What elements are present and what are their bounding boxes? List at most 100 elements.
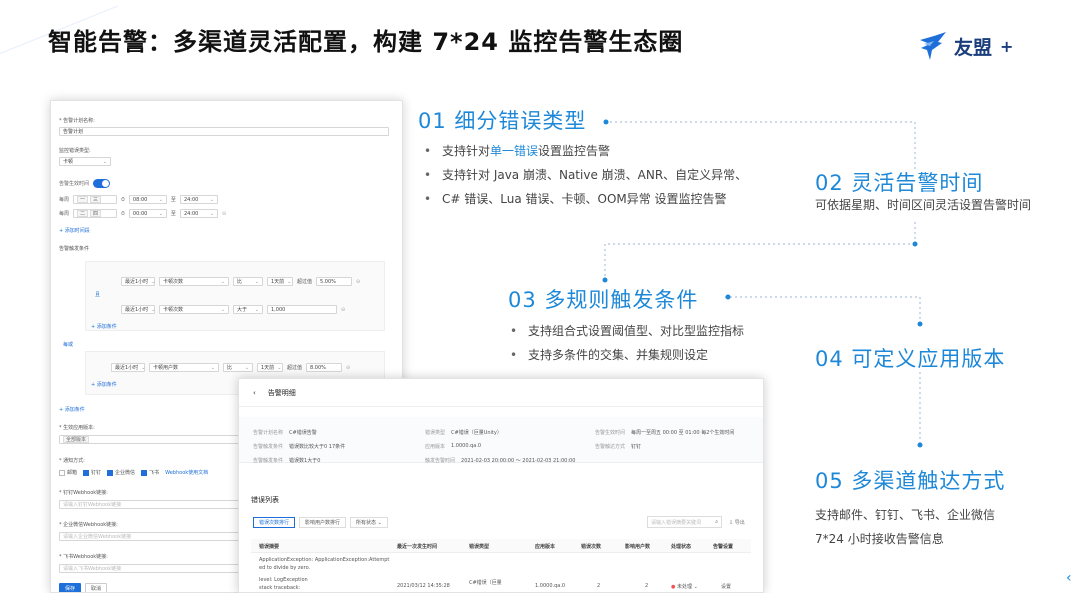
week-label: 每周 [59,197,70,203]
col-status: 处理状态 [671,544,692,550]
to-label-2: 至 [170,211,176,217]
rule1-remove-icon[interactable]: ⊖ [356,279,360,285]
section-3-heading: 03 多规则触发条件 [508,288,699,312]
rule1-metric[interactable]: 卡顿次数 [159,277,229,286]
end-time-1[interactable]: 24:00 [179,195,218,204]
export-icon: ⇩ [729,520,734,526]
add-condition-link-1[interactable]: + 添加条件 [91,323,117,330]
rule3-compare[interactable]: 1天前 [257,363,283,372]
rule1-op[interactable]: 比 [233,277,263,286]
channel-wecom[interactable]: 企业微信 [107,469,135,476]
rule1-threshold[interactable]: 5.00% [316,277,353,286]
rule2-remove-icon[interactable]: ⊖ [341,307,345,313]
add-condition-link-2[interactable]: + 添加条件 [91,381,117,388]
row-setting-link[interactable]: 设置 [721,583,731,590]
back-icon[interactable]: ‹ [253,389,256,397]
section-5-heading: 05 多渠道触达方式 [815,469,1006,493]
status-filter[interactable]: 所有状态 ⌄ [350,517,388,528]
detail-info-panel: 告警计划名称 C#错误告警 告警触发条件 错误数比较大于0 17条件 告警触发条件错… [239,417,763,464]
umeng-bird-icon [920,32,946,60]
condition-label: 告警触发条件 [59,246,90,252]
to-label: 至 [170,197,176,203]
wecom-label: * 企业微信Webhook链接: [59,522,118,528]
webhook-doc-link[interactable]: Webhook使用文档 [165,469,208,476]
slide: 智能告警：多渠道灵活配置，构建 7*24 监控告警生态圈 友盟 + 01 细分错… [0,0,1080,593]
logo-plus: + [1000,36,1014,56]
export-button[interactable]: ⇩ 导出 [729,519,745,526]
rule1-threshold-label: 超过值 [297,279,313,285]
col-version: 应用版本 [535,544,556,550]
save-button[interactable]: 保存 [59,583,82,592]
rule2-period[interactable]: 最近1小时 [121,305,155,314]
dingtalk-label: * 钉钉Webhook链接: [59,490,108,496]
section-3-bullet-1: 支持组合式设置阈值型、对比型监控指标 [508,319,744,343]
error-type-select[interactable]: 卡顿 [59,157,111,166]
version-label: * 生效应用版本: [59,425,95,431]
section-1-bullets: 支持针对单一错误设置监控告警 支持针对 Java 崩溃、Native 崩溃、AN… [422,139,747,211]
start-time-1[interactable]: 08:00 [128,195,167,204]
tab-user-count[interactable]: 影响用户数排行 [299,517,347,528]
col-count: 错误次数 [581,544,602,550]
feishu-label: * 飞书Webhook链接: [59,554,108,560]
time-label: 告警生效时间 [59,181,90,187]
type-label: 监控错误类型: [59,148,91,154]
section-5-desc-1: 支持邮件、钉钉、飞书、企业微信 [815,508,996,522]
section-5-desc-2: 7*24 小时接收告警信息 [815,532,944,546]
col-time: 最近一次发生时间 [397,544,438,550]
error-search-input[interactable]: 请输入错误摘要关键词 ⌕ [647,516,722,528]
start-time-2[interactable]: 00:00 [128,209,167,218]
tab-error-count[interactable]: 错误次数排行 [253,517,296,528]
chevron-left-icon: ‹ [1066,570,1072,586]
plan-name-input[interactable]: 告警计划 [59,127,389,136]
rule1-compare[interactable]: 1天前 [267,277,293,286]
rule3-threshold-label: 超过值 [287,365,303,371]
condition-group-1 [85,261,385,331]
rule3-metric[interactable]: 卡顿用户数 [149,363,219,372]
section-4-heading: 04 可定义应用版本 [815,347,1006,371]
rule2-value[interactable]: 1,000 [267,305,337,314]
rule3-threshold[interactable]: 8.00% [306,363,343,372]
cancel-button[interactable]: 取消 [85,583,108,592]
single-error-link: 单一错误 [490,144,539,158]
section-2-desc: 可依据星期、时间区间灵活设置告警时间 [815,198,1032,212]
search-icon: ⌕ [715,519,718,525]
rule2-metric[interactable]: 卡顿次数 [159,305,229,314]
end-time-2[interactable]: 24:00 [179,209,218,218]
add-time-link[interactable]: + 添加时间段 [59,227,90,234]
section-1-bullet-2: 支持针对 Java 崩溃、Native 崩溃、ANR、自定义异常、 [422,163,747,187]
channel-mail[interactable]: 邮箱 [59,469,77,476]
table-row[interactable]: ApplicationException: ApplicationExcepti… [251,557,751,592]
weekday-select-1[interactable]: 一三 [73,195,118,204]
and-label: 且 [95,292,101,298]
add-condition-link-3[interactable]: + 添加条件 [59,406,85,413]
alert-detail-screenshot: ‹ 告警明细 告警计划名称 C#错误告警 告警触发条件 错误数比较大于0 17条件 … [238,378,764,593]
channel-dingtalk[interactable]: 钉钉 [83,469,101,476]
time-toggle[interactable] [93,179,111,188]
or-label: 每或 [63,342,74,348]
rule1-period[interactable]: 最近1小时 [121,277,155,286]
page-title: 智能告警：多渠道灵活配置，构建 7*24 监控告警生态圈 [48,28,684,56]
remove-icon[interactable]: ⊖ [222,211,226,217]
logo: 友盟 + [918,30,1013,62]
error-list-title: 错误列表 [251,496,279,504]
section-1-bullet-1: 支持针对单一错误设置监控告警 [422,139,747,163]
section-1-heading: 01 细分错误类型 [418,109,587,133]
section-3-bullets: 支持组合式设置阈值型、对比型监控指标 支持多条件的交集、并集规则设定 [508,319,744,367]
error-tabs: 错误次数排行 影响用户数排行 所有状态 ⌄ [253,517,388,528]
plan-name-label: * 告警计划名称: [59,118,95,124]
rule3-period[interactable]: 最近1小时 [111,363,145,372]
rule2-op[interactable]: 大于 [233,305,263,314]
channel-feishu[interactable]: 飞书 [141,469,159,476]
detail-title: 告警明细 [267,388,296,397]
rule3-remove-icon[interactable]: ⊖ [346,365,350,371]
clock-icon-2: ⏱ [121,210,125,217]
col-type: 错误类型 [469,544,490,550]
col-action: 告警设置 [713,544,734,550]
section-3-bullet-2: 支持多条件的交集、并集规则设定 [508,343,744,367]
col-summary: 错误摘要 [259,544,280,550]
rule3-op[interactable]: 比 [223,363,253,372]
weekday-select-2[interactable]: 二四 [73,209,118,218]
clock-icon: ⏱ [121,196,125,203]
section-1-bullet-2-cont: C# 错误、Lua 错误、卡顿、OOM异常 设置监控告警 [422,187,747,211]
status-dropdown[interactable]: ● 未处理 ⌄ [671,583,698,590]
